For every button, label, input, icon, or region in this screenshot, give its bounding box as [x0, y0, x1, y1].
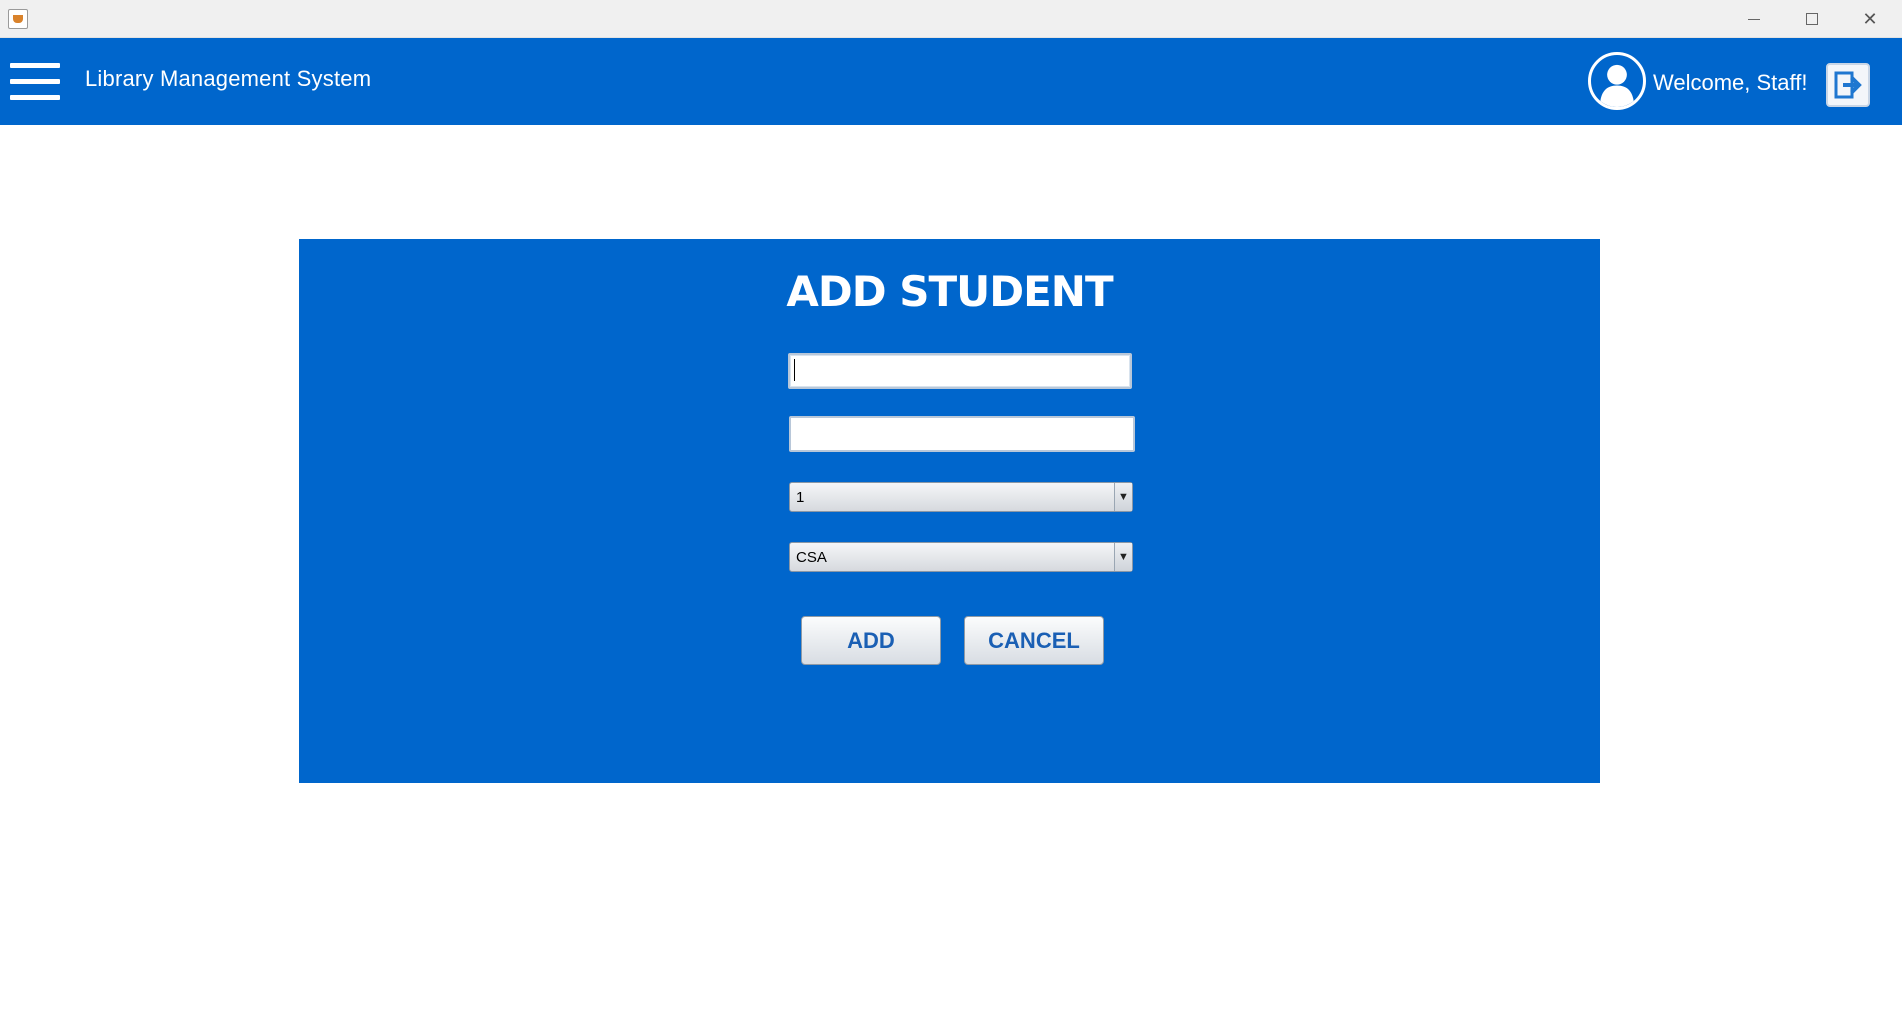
close-button[interactable]: ✕: [1841, 0, 1899, 38]
app-title: Library Management System: [85, 66, 372, 91]
class-selected-value: CSA: [796, 549, 827, 566]
logout-button[interactable]: [1826, 63, 1870, 107]
year-selected-value: 1: [796, 489, 805, 506]
class-select[interactable]: CSA ▼: [789, 542, 1133, 572]
window-titlebar: ✕: [0, 0, 1902, 38]
java-app-icon: [8, 9, 28, 29]
maximize-icon: [1806, 13, 1818, 25]
text-caret: [794, 359, 795, 381]
dropdown-arrow-icon: ▼: [1114, 543, 1132, 571]
name-input[interactable]: [789, 416, 1135, 452]
form-title: ADD STUDENT: [786, 267, 1113, 316]
user-avatar-icon: [1588, 52, 1646, 110]
minimize-button[interactable]: [1725, 0, 1783, 38]
welcome-text: Welcome, Staff!: [1653, 70, 1808, 95]
logout-icon: [1834, 71, 1862, 99]
add-button[interactable]: ADD: [801, 616, 941, 665]
close-icon: ✕: [1862, 8, 1878, 30]
minimize-icon: [1748, 18, 1760, 20]
dropdown-arrow-icon: ▼: [1114, 483, 1132, 511]
cancel-button[interactable]: CANCEL: [964, 616, 1104, 665]
year-select[interactable]: 1 ▼: [789, 482, 1133, 512]
add-student-panel: ADD STUDENT STUDENT ID: NAME: YEAR: 1 ▼ …: [299, 239, 1600, 783]
maximize-button[interactable]: [1783, 0, 1841, 38]
student-id-input[interactable]: [788, 353, 1132, 389]
hamburger-menu-icon[interactable]: [10, 63, 60, 101]
app-header: Library Management System Welcome, Staff…: [0, 38, 1902, 125]
